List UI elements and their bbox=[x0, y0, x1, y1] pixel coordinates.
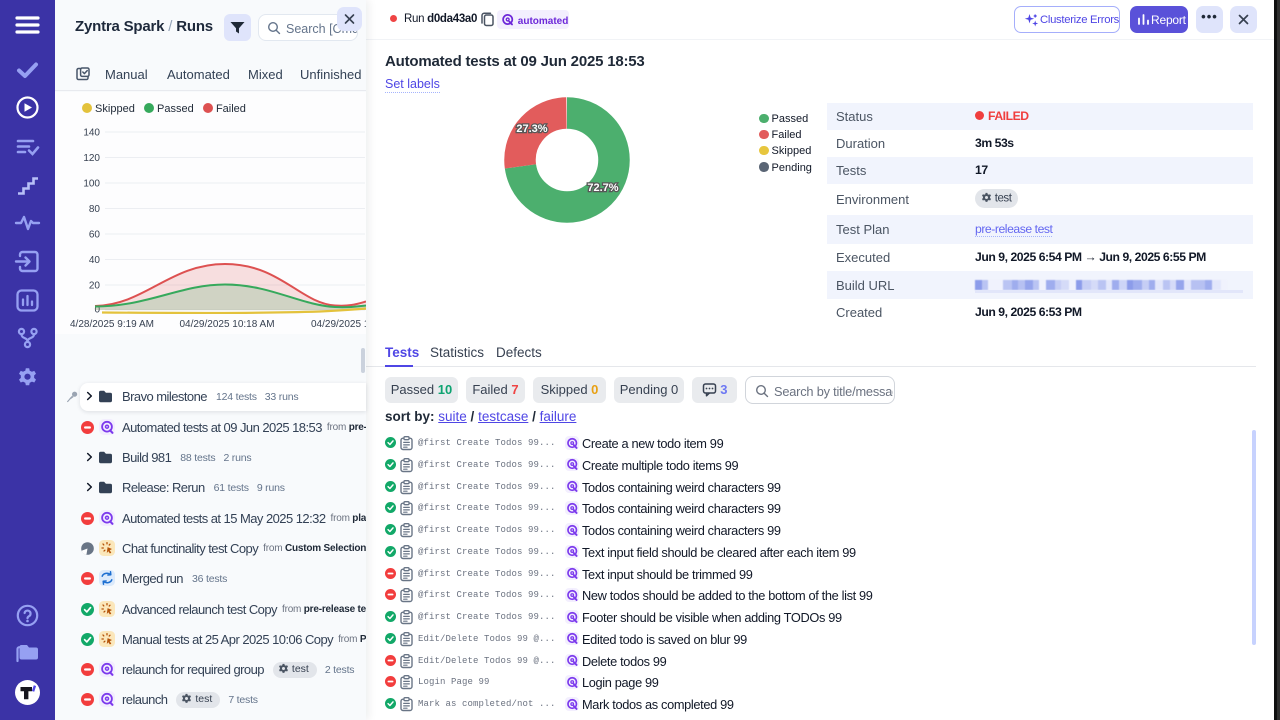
svg-text:140: 140 bbox=[83, 128, 100, 139]
svg-text:27.3%: 27.3% bbox=[516, 123, 547, 135]
svg-text:04/29/2025 10:18 AM: 04/29/2025 10:18 AM bbox=[179, 319, 274, 330]
svg-text:80: 80 bbox=[89, 204, 101, 215]
svg-text:40: 40 bbox=[89, 255, 101, 266]
svg-text:72.7%: 72.7% bbox=[587, 182, 618, 194]
svg-text:120: 120 bbox=[83, 153, 100, 164]
svg-text:60: 60 bbox=[89, 230, 101, 241]
svg-text:4/28/2025 9:19 AM: 4/28/2025 9:19 AM bbox=[70, 319, 154, 330]
svg-text:20: 20 bbox=[89, 281, 101, 292]
svg-text:04/29/2025 10: 04/29/2025 10 bbox=[311, 319, 366, 330]
svg-text:100: 100 bbox=[83, 179, 100, 190]
